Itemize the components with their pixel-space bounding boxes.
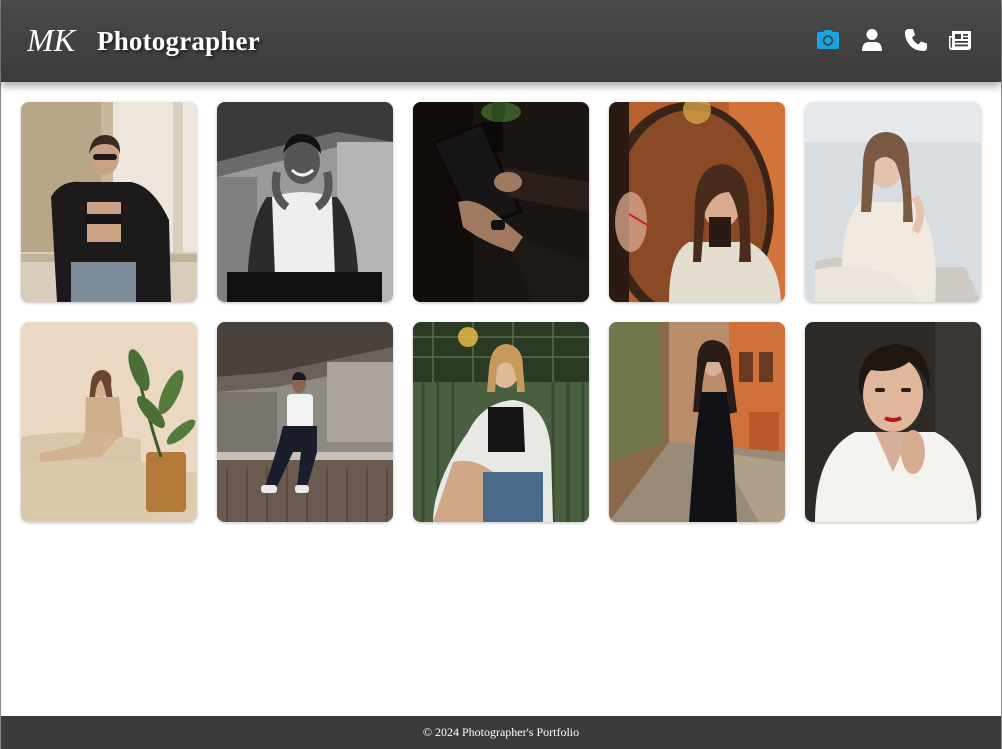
site-title[interactable]: Photographer bbox=[97, 26, 260, 57]
nav-gallery[interactable] bbox=[815, 26, 841, 54]
gallery-photo[interactable] bbox=[413, 102, 589, 302]
camera-icon bbox=[817, 30, 839, 49]
gallery-photo[interactable] bbox=[609, 322, 785, 522]
gallery-photo[interactable] bbox=[217, 322, 393, 522]
gallery-photo[interactable] bbox=[805, 322, 981, 522]
gallery-photo[interactable] bbox=[413, 322, 589, 522]
gallery-photo[interactable] bbox=[21, 102, 197, 302]
main-nav bbox=[815, 26, 973, 54]
gallery-photo[interactable] bbox=[609, 102, 785, 302]
user-icon bbox=[862, 29, 882, 51]
newspaper-icon bbox=[949, 31, 971, 50]
portrait-image bbox=[805, 102, 981, 302]
logo-text: MK bbox=[27, 22, 77, 58]
site-footer: © 2024 Photographer's Portfolio bbox=[1, 716, 1001, 749]
portrait-image bbox=[609, 102, 785, 302]
phone-icon bbox=[905, 29, 927, 51]
nav-contact[interactable] bbox=[903, 26, 929, 54]
portrait-image bbox=[413, 322, 589, 522]
copyright-text: © 2024 Photographer's Portfolio bbox=[422, 725, 580, 739]
page: MK Photographer © 2024 Photographer's Po… bbox=[0, 0, 1002, 749]
gallery-photo[interactable] bbox=[805, 102, 981, 302]
logo[interactable]: MK bbox=[27, 22, 87, 58]
nav-blog[interactable] bbox=[947, 26, 973, 54]
site-header: MK Photographer bbox=[1, 0, 1001, 82]
portrait-image bbox=[21, 102, 197, 302]
portrait-image bbox=[805, 322, 981, 522]
gallery-photo[interactable] bbox=[217, 102, 393, 302]
portrait-image bbox=[609, 322, 785, 522]
photo-gallery bbox=[21, 102, 981, 522]
portrait-image bbox=[413, 102, 589, 302]
gallery-photo[interactable] bbox=[21, 322, 197, 522]
nav-about[interactable] bbox=[859, 26, 885, 54]
portrait-image bbox=[21, 322, 197, 522]
portrait-image bbox=[217, 102, 393, 302]
portrait-image bbox=[217, 322, 393, 522]
